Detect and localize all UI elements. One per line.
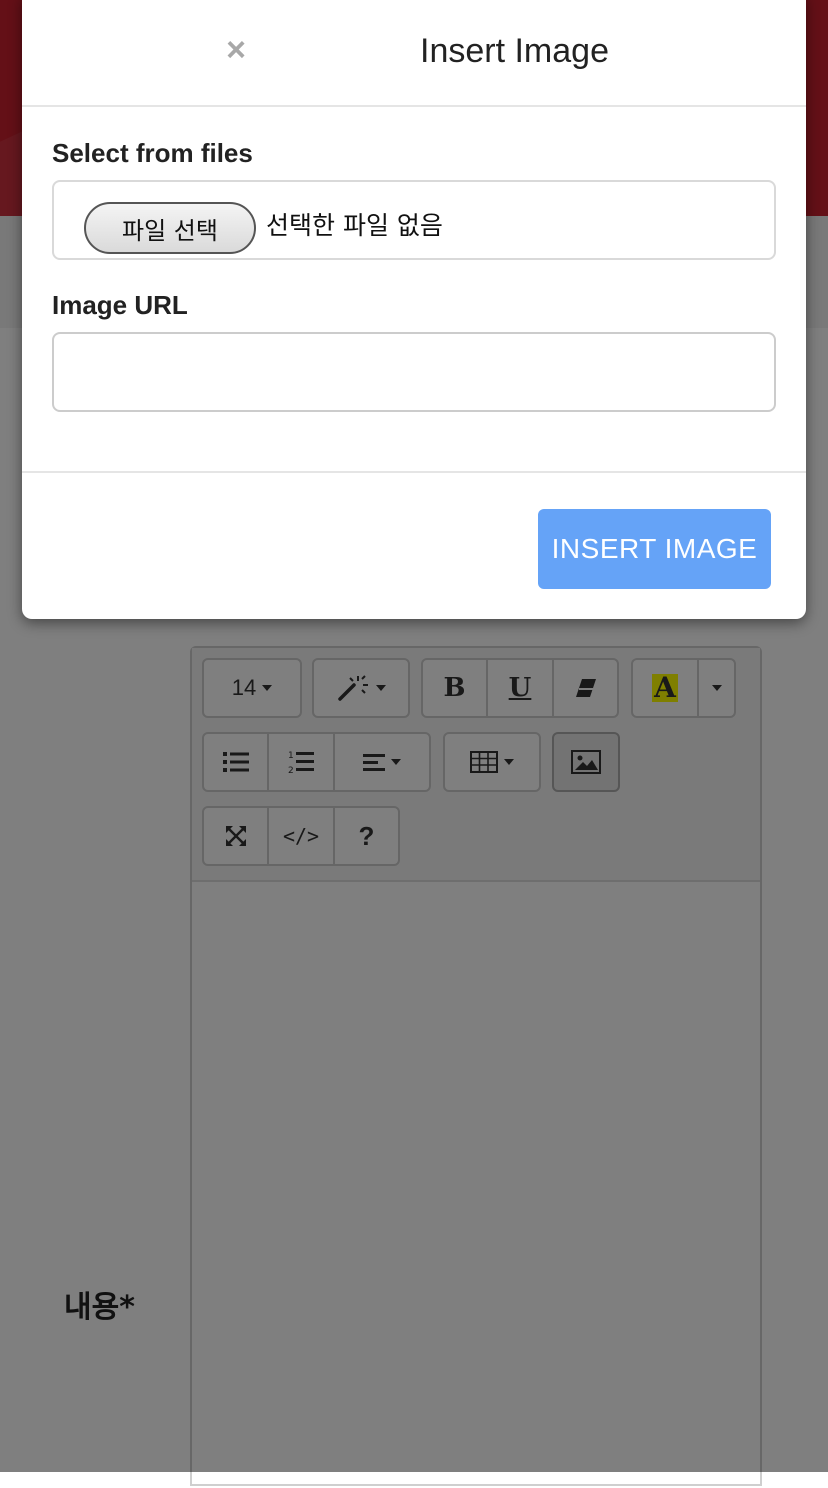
image-url-label: Image URL	[52, 290, 188, 320]
file-input[interactable]: 파일 선택 선택한 파일 없음	[52, 180, 776, 260]
file-status-text: 선택한 파일 없음	[266, 211, 443, 240]
image-url-input[interactable]	[52, 332, 776, 412]
choose-file-button[interactable]: 파일 선택	[84, 202, 256, 254]
insert-image-submit-button[interactable]: INSERT IMAGE	[538, 509, 771, 589]
dialog-title: Insert Image	[420, 32, 609, 70]
insert-image-dialog: × Insert Image Select from files 파일 선택 선…	[22, 0, 806, 619]
dialog-header: × Insert Image	[22, 0, 806, 107]
dialog-footer: INSERT IMAGE	[22, 471, 806, 619]
close-icon[interactable]: ×	[218, 32, 254, 68]
select-files-label: Select from files	[52, 138, 253, 168]
